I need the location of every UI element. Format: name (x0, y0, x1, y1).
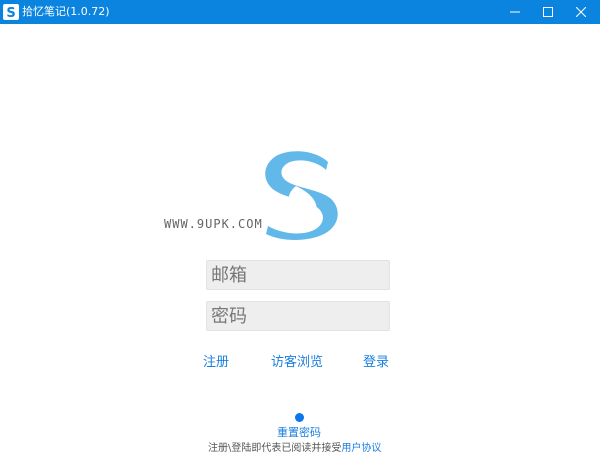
user-agreement-link[interactable]: 用户协议 (341, 443, 381, 454)
maximize-button[interactable] (533, 0, 563, 24)
close-button[interactable] (566, 0, 596, 24)
email-input[interactable] (207, 261, 389, 289)
title-bar: S 拾忆笔记(1.0.72) (0, 0, 600, 24)
reset-password-link[interactable]: 重置密码 (277, 426, 321, 439)
minimize-icon (510, 11, 520, 13)
agreement-notice: 注册\登陆即代表已阅读并接受用户协议 (208, 443, 381, 455)
maximize-icon (543, 7, 553, 17)
agreement-text: 注册\登陆即代表已阅读并接受 (208, 443, 342, 454)
window-title: 拾忆笔记(1.0.72) (22, 5, 110, 18)
app-icon-letter: S (6, 6, 15, 20)
login-link[interactable]: 登录 (363, 355, 389, 371)
s-logo-icon (258, 148, 342, 240)
register-link[interactable]: 注册 (203, 355, 229, 371)
guest-browse-link[interactable]: 访客浏览 (271, 355, 323, 371)
password-input[interactable] (207, 302, 389, 330)
close-icon (576, 7, 586, 17)
email-field[interactable] (206, 260, 390, 290)
watermark-text: WWW.9UPK.COM (164, 217, 263, 231)
app-window: S 拾忆笔记(1.0.72) WWW.9UPK.COM 邮箱 注册 访客浏览 登… (0, 0, 600, 456)
indicator-dot (295, 413, 304, 422)
password-field[interactable] (206, 301, 390, 331)
minimize-button[interactable] (500, 0, 530, 24)
app-logo-icon: S (3, 4, 19, 20)
